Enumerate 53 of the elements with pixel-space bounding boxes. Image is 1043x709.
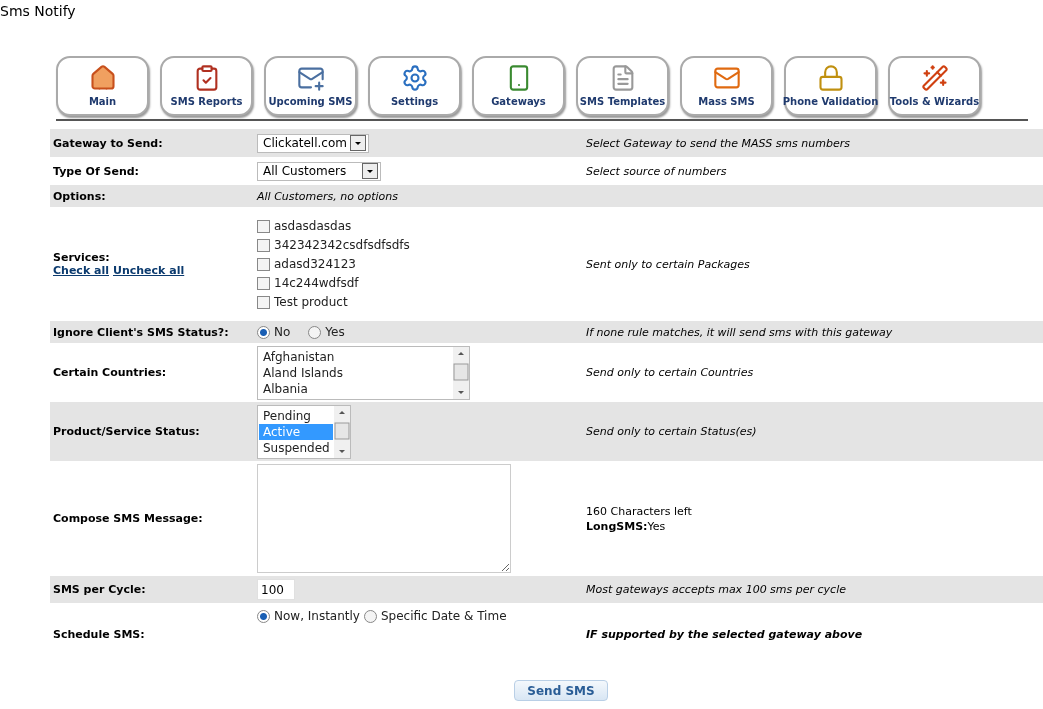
- field-label: Type Of Send:: [53, 164, 140, 178]
- list-option[interactable]: Pending: [259, 407, 333, 424]
- nav-tab[interactable]: Phone Validation: [784, 56, 877, 116]
- nav-tab[interactable]: Main: [56, 56, 149, 116]
- field-label: Product/Service Status:: [53, 425, 201, 438]
- field-label: Services:: [53, 251, 111, 264]
- field-hint: IF supported by the selected gateway above: [585, 627, 864, 641]
- message-info: LongSMS:Yes: [585, 518, 667, 534]
- list-option[interactable]: Afghanistan: [259, 348, 452, 365]
- field-label: Certain Countries:: [53, 366, 168, 379]
- field-hint: Sent only to certain Packages: [585, 257, 751, 271]
- dropdown[interactable]: All Customers: [257, 161, 381, 181]
- link[interactable]: Check all: [53, 264, 109, 277]
- checkbox-label: adasd324123: [274, 257, 356, 271]
- field-hint: Most gateways accepts max 100 sms per cycle: [585, 583, 847, 596]
- cycle-input[interactable]: 100: [257, 579, 295, 600]
- checkbox-label: Test product: [274, 295, 348, 309]
- radio-label: Specific Date & Time: [380, 609, 507, 623]
- link[interactable]: Uncheck all: [113, 264, 185, 277]
- field-label: Gateway to Send:: [53, 136, 164, 150]
- message-info: 160 Characters left: [585, 503, 693, 519]
- nav-tab[interactable]: Upcoming SMS: [264, 56, 357, 116]
- field-label: Ignore Client's SMS Status?:: [53, 325, 230, 339]
- nav-tab[interactable]: Mass SMS: [680, 56, 773, 116]
- checkbox-label: 14c244wdfsdf: [274, 276, 359, 290]
- list-option[interactable]: Albania: [259, 380, 452, 397]
- radio-label: No: [274, 325, 291, 339]
- dropdown[interactable]: Clickatell.com: [257, 133, 369, 153]
- field-label: Compose SMS Message:: [53, 512, 204, 525]
- checkbox-label: asdasdasdas: [274, 219, 352, 233]
- list-option[interactable]: Aland Islands: [259, 364, 452, 381]
- list-option[interactable]: Suspended: [259, 439, 333, 456]
- field-hint: Select Gateway to send the MASS sms numbers: [585, 136, 851, 150]
- send-sms-button[interactable]: Send SMS: [514, 680, 608, 701]
- list-box[interactable]: Afghanistan Aland Islands Albania: [257, 345, 470, 400]
- radio-label: Yes: [325, 325, 345, 339]
- page-title: Sms Notify: [0, 2, 77, 21]
- field-hint: Send only to certain Status(es): [585, 425, 758, 438]
- checkbox-label: 342342342csdfsdfsdfs: [274, 238, 410, 252]
- field-label: Schedule SMS:: [53, 627, 146, 641]
- radio-label: Now, Instantly: [274, 609, 360, 623]
- field-label: SMS per Cycle:: [53, 583, 147, 596]
- list-box[interactable]: Pending Active Suspended: [257, 404, 351, 459]
- nav-tab[interactable]: SMS Templates: [576, 56, 669, 116]
- field-hint: Send only to certain Countries: [585, 366, 755, 379]
- field-label: Options:: [53, 189, 107, 203]
- nav-tab[interactable]: Tools & Wizards: [888, 56, 981, 116]
- field-hint: Select source of numbers: [585, 164, 728, 178]
- nav-tab[interactable]: Settings: [368, 56, 461, 116]
- nav-tab[interactable]: Gateways: [472, 56, 565, 116]
- options-note: All Customers, no options: [257, 189, 399, 203]
- nav-tab[interactable]: SMS Reports: [160, 56, 253, 116]
- field-hint: If none rule matches, it will send sms with this gateway: [585, 325, 894, 339]
